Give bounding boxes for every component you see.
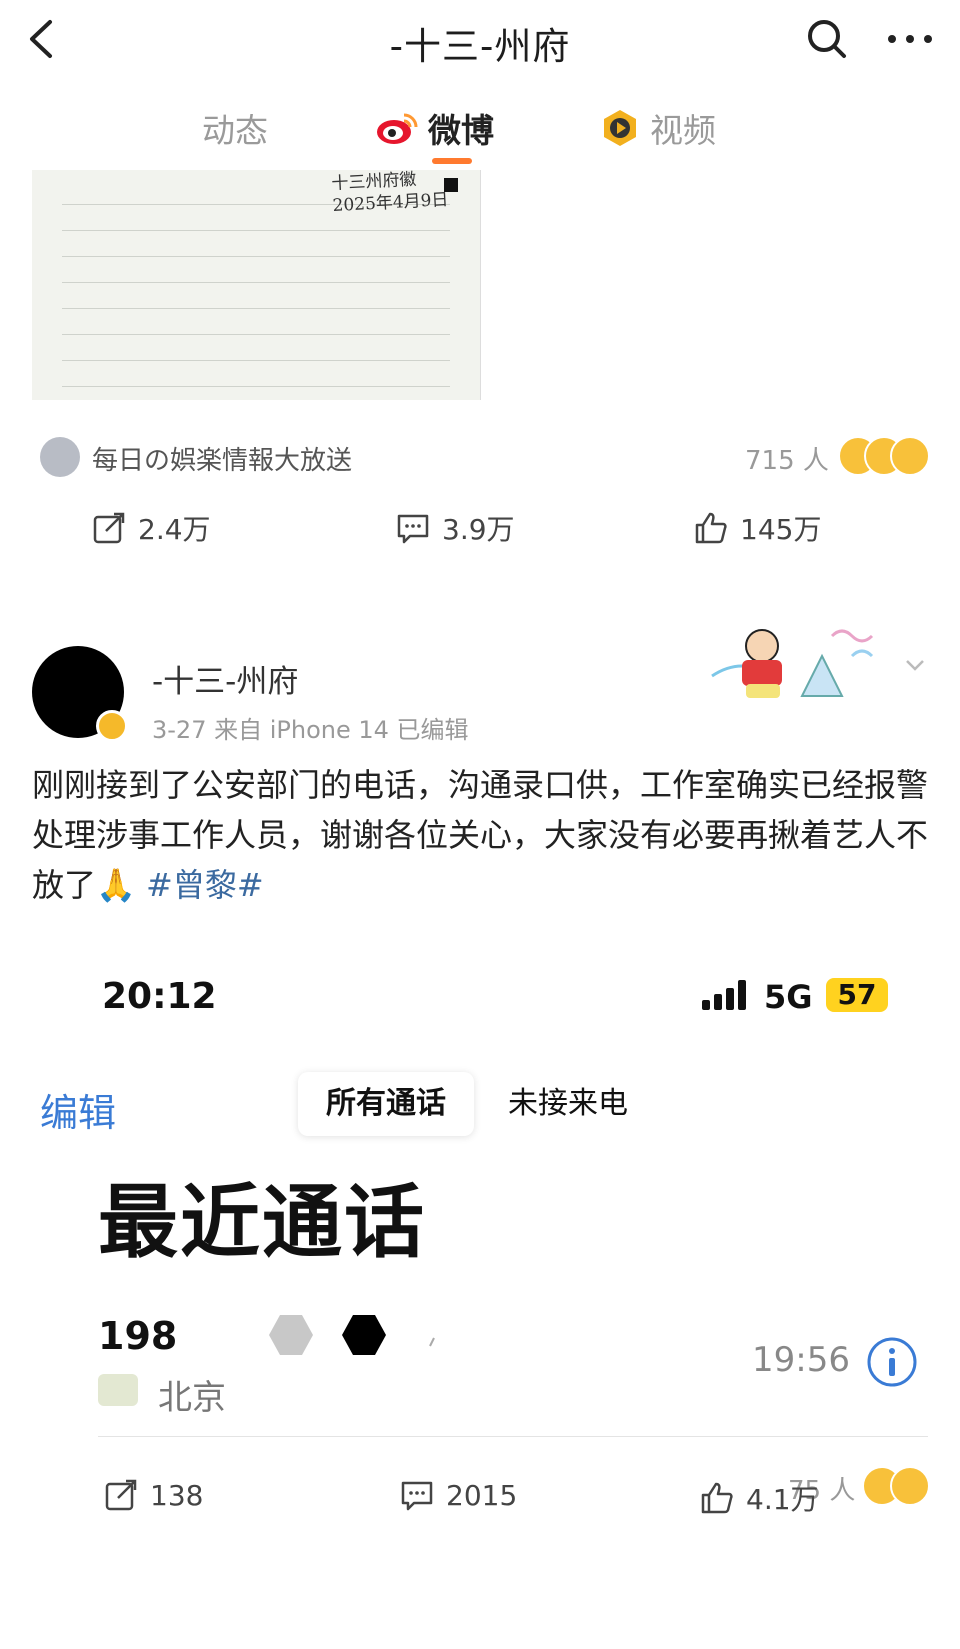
tab-weibo[interactable]: 微博 xyxy=(376,100,494,156)
comment-count: 2015 xyxy=(446,1478,518,1512)
divider xyxy=(98,1436,928,1437)
comment-button[interactable]: 2015 xyxy=(400,1478,517,1512)
like-button[interactable]: 145万 xyxy=(694,508,821,548)
liked-people-count: 715 人 xyxy=(745,446,829,476)
tab-label: 微博 xyxy=(428,111,494,150)
thumbs-up-icon xyxy=(695,512,727,544)
repost-count: 2.4万 xyxy=(138,513,211,546)
top-bar: -十三-州府 xyxy=(0,0,960,86)
repost-count: 138 xyxy=(150,1478,204,1512)
pear-icon xyxy=(98,1374,138,1406)
more-dots-icon xyxy=(888,35,932,43)
network-type: 5G xyxy=(764,978,813,1016)
call-time: 19:56 xyxy=(752,1340,850,1380)
repost-icon xyxy=(93,512,125,544)
like-count: 145万 xyxy=(740,513,822,546)
like-button[interactable]: 4.1万 xyxy=(700,1478,819,1518)
post-text: 刚刚接到了公安部门的电话，沟通录口供，工作室确实已经报警处理涉事工作人员，谢谢各… xyxy=(32,760,932,910)
search-button[interactable] xyxy=(802,14,852,64)
reaction-emoji-group[interactable] xyxy=(862,1466,932,1506)
call-location: 北京 xyxy=(158,1378,226,1418)
segment-missed-calls: 未接来电 xyxy=(508,1086,628,1121)
notebook-handwriting: 十三州府徽 2025年4月9日 xyxy=(330,170,449,217)
chevron-down-icon[interactable] xyxy=(904,654,926,676)
verified-badge-icon xyxy=(96,710,128,742)
repost-button[interactable]: 138 xyxy=(104,1478,203,1512)
topic-link[interactable]: #曾黎# xyxy=(146,866,264,904)
battery-level: 57 xyxy=(826,978,888,1012)
comment-icon xyxy=(401,1481,433,1511)
source-name[interactable]: 每日の娯楽情報大放送 xyxy=(92,440,352,477)
notebook-mark xyxy=(444,178,458,192)
post-meta: 3-27 来自 iPhone 14 已编辑 xyxy=(152,716,469,744)
cartoon-sticker-icon xyxy=(702,616,902,716)
thumbs-up-icon xyxy=(701,1482,733,1514)
redaction-marks xyxy=(160,1310,460,1360)
author-name[interactable]: -十三-州府 xyxy=(152,656,298,701)
grin-emoji-icon xyxy=(890,1466,930,1506)
info-icon xyxy=(866,1336,918,1388)
comment-count: 3.9万 xyxy=(442,513,515,546)
post-image-notebook[interactable]: 十三州府徽 2025年4月9日 xyxy=(32,170,481,400)
signal-icon xyxy=(700,978,754,1012)
screenshot-edit-button: 编辑 xyxy=(40,1091,117,1135)
weibo-logo-icon xyxy=(377,113,418,144)
active-tab-indicator xyxy=(432,158,472,164)
video-icon xyxy=(604,110,636,146)
segment-all-calls: 所有通话 xyxy=(326,1086,446,1121)
tab-label: 动态 xyxy=(202,111,268,150)
comment-button[interactable]: 3.9万 xyxy=(396,508,515,548)
tab-video[interactable]: 视频 xyxy=(600,100,716,156)
repost-button[interactable]: 2.4万 xyxy=(92,508,211,548)
tab-dongtai[interactable]: 动态 xyxy=(202,100,268,156)
reaction-emoji-group[interactable] xyxy=(838,436,930,476)
grin-emoji-icon xyxy=(890,436,930,476)
recent-calls-heading: 最近通话 xyxy=(98,1176,426,1269)
search-icon xyxy=(808,20,846,58)
more-button[interactable] xyxy=(880,14,940,64)
tab-label: 视频 xyxy=(650,111,716,150)
repost-icon xyxy=(105,1479,137,1511)
screenshot-status-time: 20:12 xyxy=(102,976,217,1017)
flower-icon xyxy=(40,437,80,477)
like-count: 4.1万 xyxy=(746,1483,819,1516)
comment-icon xyxy=(397,514,429,544)
